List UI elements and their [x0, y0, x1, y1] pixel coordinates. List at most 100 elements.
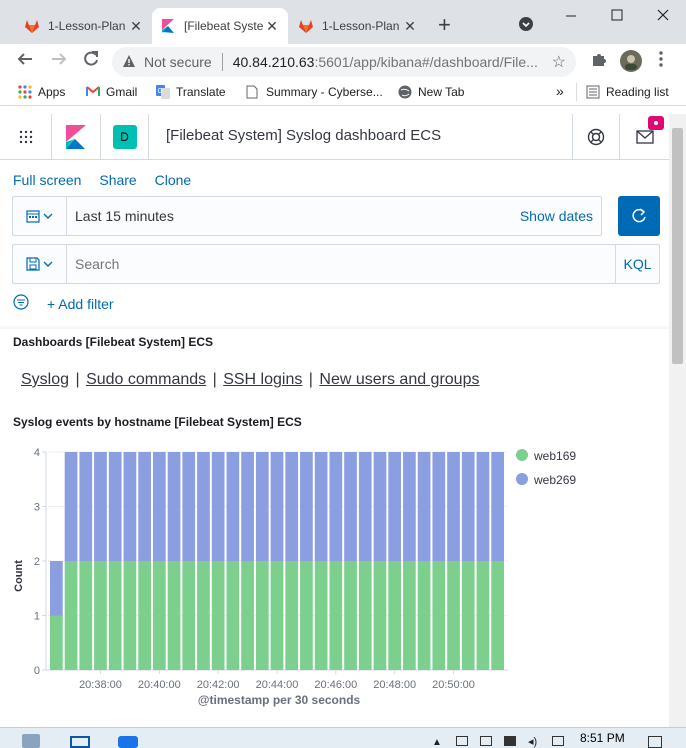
- bookmark-label: Summary - Cyberse...: [266, 85, 383, 99]
- bar-web169: [255, 561, 269, 670]
- bookmark-apps[interactable]: Apps: [18, 85, 65, 99]
- bookmark-translate[interactable]: G Translate: [156, 85, 226, 99]
- bar-web269: [403, 452, 416, 561]
- bar-web169: [123, 561, 137, 670]
- bookmark-star-icon[interactable]: ☆: [552, 52, 566, 72]
- link-new-users-and-groups[interactable]: New users and groups: [319, 371, 479, 388]
- menu-grid-button[interactable]: [0, 114, 52, 160]
- bookmark-new-tab[interactable]: New Tab: [398, 85, 464, 99]
- window-app-icon[interactable]: [70, 736, 90, 748]
- svg-text:G: G: [158, 88, 163, 95]
- bar-web269: [358, 452, 372, 561]
- bar-web169: [476, 561, 490, 670]
- legend-swatch-web269: [516, 473, 528, 485]
- close-icon[interactable]: ✕: [402, 18, 418, 35]
- vertical-scrollbar[interactable]: [669, 114, 686, 727]
- recycle-bin-icon[interactable]: [22, 734, 40, 748]
- bar-web269: [373, 452, 387, 561]
- reading-list-label: Reading list: [606, 85, 669, 99]
- browser-tab-3[interactable]: 1-Lesson-Plan ✕: [290, 8, 426, 44]
- link-syslog[interactable]: Syslog: [21, 371, 69, 388]
- url-field[interactable]: Not secure 40.84.210.63 :5601/app/kibana…: [112, 47, 576, 77]
- back-arrow-icon[interactable]: [16, 50, 34, 73]
- not-secure-label[interactable]: Not secure: [144, 54, 212, 70]
- speaker-icon[interactable]: ◂): [528, 735, 537, 748]
- browser-tab-bar: 1-Lesson-Plan ✕ [Filebeat Syste ✕ 1-Less…: [0, 0, 686, 44]
- profile-avatar[interactable]: [620, 50, 642, 77]
- extensions-puzzle-icon[interactable]: [590, 50, 608, 73]
- more-menu-icon[interactable]: [658, 50, 664, 73]
- link-sudo-commands[interactable]: Sudo commands: [86, 371, 206, 388]
- browser-tab-1[interactable]: 1-Lesson-Plan ✕: [16, 8, 152, 44]
- bookmark-label: New Tab: [418, 85, 465, 99]
- close-icon[interactable]: ✕: [264, 18, 280, 35]
- bar-web269: [138, 452, 151, 561]
- tab-title: 1-Lesson-Plan: [48, 19, 126, 33]
- show-dates-button[interactable]: Show dates: [520, 208, 593, 224]
- saved-query-button[interactable]: [13, 245, 67, 283]
- link-ssh-logins[interactable]: SSH logins: [223, 371, 302, 388]
- notifications-icon[interactable]: [648, 736, 662, 748]
- video-app-icon[interactable]: [118, 736, 138, 748]
- new-tab-button[interactable]: +: [438, 12, 451, 38]
- bar-web169: [94, 561, 107, 670]
- space-selector[interactable]: D: [101, 114, 149, 160]
- tab-search-icon[interactable]: [518, 16, 534, 35]
- kibana-logo[interactable]: [52, 114, 101, 160]
- add-filter-button[interactable]: + Add filter: [47, 296, 114, 312]
- chevron-up-icon[interactable]: ▲: [432, 737, 442, 748]
- forward-arrow-icon[interactable]: [50, 50, 68, 73]
- reload-icon[interactable]: [82, 50, 100, 73]
- gitlab-icon: [298, 18, 314, 34]
- gitlab-icon: [24, 18, 40, 34]
- close-icon[interactable]: ✕: [128, 18, 144, 35]
- translate-icon: G: [156, 85, 170, 99]
- warning-triangle-icon[interactable]: [122, 54, 136, 71]
- syslog-events-chart: 0 1 2 3 4 20:38:00 20:40:00 20:42:00 20:44:00 20…: [13, 447, 576, 707]
- url-host: 40.84.210.63: [232, 54, 315, 70]
- maximize-icon[interactable]: [610, 8, 624, 25]
- bar-web269: [50, 561, 63, 616]
- tab-title: [Filebeat Syste: [184, 19, 264, 33]
- scrollbar-thumb[interactable]: [672, 128, 683, 364]
- tray-app-icon[interactable]: [480, 736, 492, 746]
- legend-label-web169: web169: [533, 449, 576, 463]
- clone-link[interactable]: Clone: [155, 172, 192, 188]
- filter-options-icon[interactable]: [13, 294, 29, 313]
- bookmark-gmail[interactable]: Gmail: [86, 85, 137, 99]
- refresh-button[interactable]: [618, 196, 660, 236]
- bookmark-label: Translate: [176, 85, 226, 99]
- search-input[interactable]: [75, 253, 555, 275]
- bar-web269: [447, 452, 460, 561]
- share-link[interactable]: Share: [99, 172, 136, 188]
- minimize-icon[interactable]: [564, 8, 578, 25]
- bar-web269: [167, 452, 181, 561]
- bar-web269: [182, 452, 196, 561]
- more-bookmarks-chevron-icon[interactable]: »: [556, 83, 564, 99]
- keyboard-icon[interactable]: [552, 736, 564, 746]
- bookmark-summary[interactable]: Summary - Cyberse...: [246, 85, 383, 99]
- time-picker[interactable]: Last 15 minutes Show dates: [12, 196, 602, 236]
- bar-web169: [197, 561, 210, 670]
- x-tick-label: 20:38:00: [79, 679, 122, 691]
- x-tick-label: 20:40:00: [138, 679, 181, 691]
- refresh-icon: [632, 208, 646, 223]
- quick-select-button[interactable]: [13, 197, 67, 235]
- browser-tab-2[interactable]: [Filebeat Syste ✕: [152, 8, 288, 44]
- kibana-logo-icon: [66, 125, 86, 149]
- time-range-label: Last 15 minutes: [75, 208, 174, 224]
- help-button[interactable]: [572, 114, 620, 160]
- network-icon[interactable]: [504, 736, 516, 746]
- reading-list-button[interactable]: Reading list: [586, 85, 669, 99]
- y-tick-label: 4: [34, 447, 40, 459]
- window-close-icon[interactable]: [656, 8, 670, 25]
- kql-toggle[interactable]: KQL: [615, 245, 659, 283]
- bar-web169: [461, 561, 475, 670]
- full-screen-link[interactable]: Full screen: [13, 172, 81, 188]
- newsfeed-button[interactable]: [620, 114, 669, 160]
- tray-app-icon[interactable]: [456, 736, 468, 746]
- bar-web269: [64, 452, 78, 561]
- bar-web169: [50, 615, 63, 670]
- y-tick-label: 1: [34, 611, 40, 623]
- taskbar-clock[interactable]: 8:51 PM: [580, 731, 625, 745]
